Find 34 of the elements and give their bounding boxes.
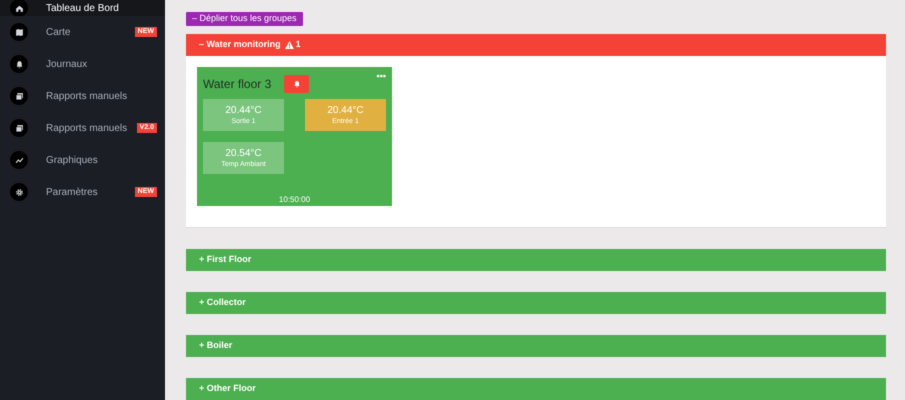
- group-title: + First Floor: [199, 253, 252, 266]
- sidebar-label: Rapports manuels: [46, 90, 128, 104]
- temperature-value: 20.44°C: [225, 104, 262, 116]
- sidebar-item[interactable]: Rapports manuels: [0, 80, 165, 112]
- group-title: + Other Floor: [199, 382, 256, 396]
- settings-icon: [10, 183, 28, 201]
- group-title: + Boiler: [199, 339, 232, 352]
- temperature-value: 20.44°C: [327, 104, 364, 116]
- line-chart-icon: [10, 151, 28, 169]
- sidebar-item[interactable]: Tableau de Bord: [0, 0, 165, 16]
- sidebar-item[interactable]: Journaux: [0, 48, 165, 80]
- bell-icon: [292, 80, 301, 88]
- bell-icon: [10, 55, 28, 73]
- sidebar-label: Journaux: [46, 58, 88, 72]
- group-header[interactable]: – Water monitoring 1: [186, 34, 886, 56]
- map-icon: [10, 23, 28, 41]
- card-title: Water floor 3: [203, 76, 272, 93]
- update-time: 10:50:00: [278, 194, 312, 206]
- expand-all-button[interactable]: – Déplier tous les groupes: [186, 12, 303, 26]
- report-icon: [10, 119, 28, 137]
- sidebar-label: Carte: [46, 26, 72, 40]
- home-icon: [10, 0, 28, 16]
- alarm-button[interactable]: [284, 75, 310, 93]
- report-icon: [10, 87, 28, 105]
- group-title: – Water monitoring: [199, 38, 281, 52]
- sidebar-label: Rapports manuels: [46, 122, 128, 136]
- sidebar-label: Graphiques: [46, 154, 99, 168]
- sidebar-label: Tableau de Bord: [46, 2, 120, 16]
- warning-icon: [284, 41, 294, 49]
- sidebar-label: Paramètres: [46, 186, 99, 200]
- temperature-value: 20.54°C: [225, 148, 262, 160]
- alert-count: 1: [296, 38, 301, 52]
- group-title: + Collector: [199, 296, 246, 310]
- sidebar-item[interactable]: Graphiques: [0, 144, 165, 176]
